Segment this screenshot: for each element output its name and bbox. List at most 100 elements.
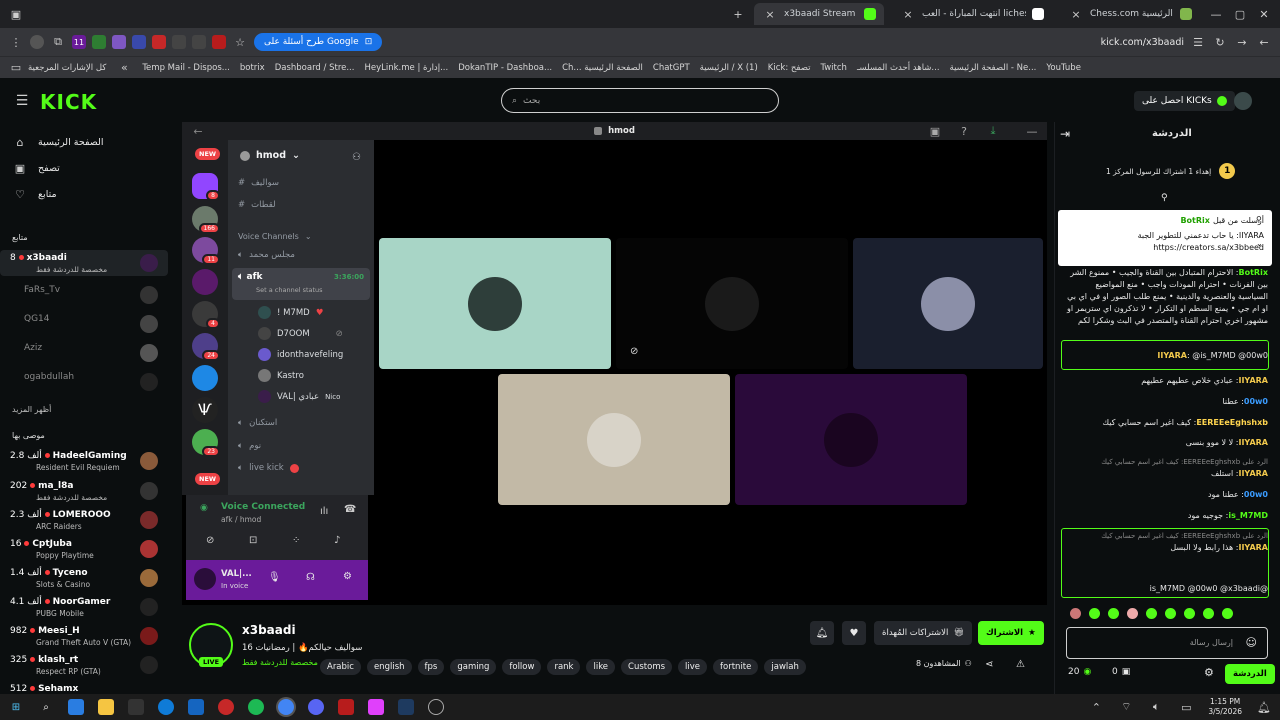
chat-username[interactable]: IIYARA: [1157, 351, 1187, 360]
mail-icon[interactable]: [188, 699, 204, 715]
app-pink-icon[interactable]: [368, 699, 384, 715]
extension-vpn-icon[interactable]: [192, 35, 206, 49]
spotify-icon[interactable]: [248, 699, 264, 715]
opera-icon[interactable]: [218, 699, 234, 715]
minimize-icon[interactable]: —: [1208, 6, 1224, 22]
chat-username[interactable]: EEREEeEghshxb: [1196, 418, 1268, 427]
close-icon[interactable]: ×: [762, 6, 778, 22]
bookmark-item[interactable]: ChatGPT: [653, 63, 690, 73]
clock[interactable]: 1:15 PM 3/5/2026: [1208, 697, 1242, 717]
bookmark-item[interactable]: HeyLink.me | إدارة...: [364, 63, 448, 73]
emote-icon[interactable]: [1146, 608, 1157, 619]
site-settings-icon[interactable]: ☰: [1190, 34, 1206, 50]
stream-tag[interactable]: fortnite: [713, 659, 759, 675]
kicks-balance[interactable]: 20 ◉: [1068, 667, 1091, 677]
maximize-icon[interactable]: ▢: [1232, 6, 1248, 22]
tab-chess[interactable]: × Chess.com الصفحة الرئيسية: [1060, 3, 1200, 25]
ask-google-button[interactable]: طرح أسئلة على Google ⊡: [254, 33, 383, 51]
reload-icon[interactable]: ↻: [1212, 34, 1228, 50]
bookmark-item[interactable]: الصفحة الرئيسية - Ne...: [950, 63, 1037, 73]
stream-tag[interactable]: gaming: [450, 659, 497, 675]
emote-icon[interactable]: [1108, 608, 1119, 619]
extension-translate-icon[interactable]: [132, 35, 146, 49]
tray-chevron-icon[interactable]: ⌃: [1088, 699, 1104, 715]
extension-red-icon[interactable]: [212, 35, 226, 49]
chat-send-button[interactable]: الدردشة: [1225, 664, 1275, 684]
window-close-icon[interactable]: ✕: [1256, 6, 1272, 22]
chat-username[interactable]: IIYARA: [1238, 469, 1268, 478]
report-icon[interactable]: ⚠: [1016, 659, 1025, 670]
bookmark-item[interactable]: Dashboard / Stre...: [275, 63, 355, 73]
bookmark-star-icon[interactable]: ☆: [232, 34, 248, 50]
chat-username[interactable]: 00w0: [1244, 490, 1268, 499]
stream-tag[interactable]: follow: [502, 659, 542, 675]
bookmark-item[interactable]: الرئيسية / X (1): [700, 63, 758, 73]
edge-icon[interactable]: [158, 699, 174, 715]
bookmark-item[interactable]: Temp Mail - Dispos...: [142, 63, 230, 73]
close-icon[interactable]: ×: [1068, 6, 1084, 22]
emoji-icon[interactable]: ☺: [1246, 636, 1257, 649]
stream-tag[interactable]: english: [366, 659, 412, 675]
copilot-icon[interactable]: [68, 699, 84, 715]
extensions-icon[interactable]: ⧉: [50, 34, 66, 50]
recommended-channel[interactable]: 1.4 ألف Tyceno Slots & Casino: [0, 565, 168, 591]
emote-icon[interactable]: [1222, 608, 1233, 619]
profile-avatar[interactable]: [30, 35, 44, 49]
hamburger-menu-icon[interactable]: ☰: [14, 93, 30, 109]
kick-logo[interactable]: KICK: [40, 90, 97, 114]
chat-input[interactable]: إرسال رسالة ☺: [1066, 627, 1268, 659]
stream-tag[interactable]: rank: [547, 659, 581, 675]
recommended-channel[interactable]: 2.3 ألف LOMEROOO ARC Raiders: [0, 507, 168, 533]
following-channel[interactable]: FaRs_Tv: [0, 282, 168, 308]
battery-icon[interactable]: ▭: [1178, 699, 1194, 715]
chat-username[interactable]: 00w0: [1244, 397, 1268, 406]
chrome-icon[interactable]: [278, 699, 294, 715]
emote-icon[interactable]: [1070, 608, 1081, 619]
nav-browse[interactable]: ▣ تصفح: [0, 156, 72, 180]
stream-tag[interactable]: Customs: [621, 659, 673, 675]
emote-icon[interactable]: [1184, 608, 1195, 619]
notification-bell-button[interactable]: 🔔︎: [810, 621, 834, 645]
notification-bell-icon[interactable]: 🔔︎: [1256, 699, 1272, 715]
search-input[interactable]: ⌕ بحث: [501, 88, 779, 113]
recommended-channel[interactable]: 512 Sehamx: [0, 681, 168, 694]
points-balance[interactable]: 0 ▣: [1112, 667, 1130, 677]
user-avatar[interactable]: [1234, 92, 1252, 110]
bookmark-item[interactable]: شاهد أحدث المسلسـ...: [857, 63, 940, 73]
follow-heart-button[interactable]: ♥: [842, 621, 866, 645]
obs-icon[interactable]: [428, 699, 444, 715]
url-text[interactable]: kick.com/x3baadi: [1101, 37, 1184, 48]
menu-dots-icon[interactable]: ⋮: [8, 34, 24, 50]
bookmark-item[interactable]: YouTube: [1046, 63, 1081, 73]
recommended-channel[interactable]: 982 Meesi_H Grand Theft Auto V (GTA): [0, 623, 168, 649]
stream-tag[interactable]: jawlah: [764, 659, 806, 675]
forward-icon[interactable]: →: [1234, 34, 1250, 50]
steam-icon[interactable]: [398, 699, 414, 715]
recommended-channel[interactable]: 16 CptJuba Poppy Playtime: [0, 536, 168, 562]
share-icon[interactable]: ⋖: [985, 659, 993, 670]
extension-youtube-icon[interactable]: [152, 35, 166, 49]
bookmark-item[interactable]: DokanTIP - Dashboa...: [458, 63, 552, 73]
recommended-channel[interactable]: 325 klash_rt Respect RP (GTA): [0, 652, 168, 678]
nav-following[interactable]: ♡ متابع: [0, 182, 69, 206]
emote-icon[interactable]: [1165, 608, 1176, 619]
search-icon[interactable]: ⌕: [38, 699, 54, 715]
nav-home[interactable]: ⌂ الصفحة الرئيسية: [0, 130, 116, 154]
tab-kick[interactable]: × x3baadi Stream - Watch Live on: [754, 3, 884, 25]
chat-username[interactable]: IIYARA: [1238, 376, 1268, 385]
bookmark-item[interactable]: Ch... الصفحة الرئيسية: [562, 63, 643, 73]
windows-start-icon[interactable]: ⊞: [8, 699, 24, 715]
get-kicks-button[interactable]: احصل على KICKs: [1134, 91, 1235, 111]
bookmark-item[interactable]: botrix: [240, 63, 265, 73]
following-channel[interactable]: QG14: [0, 311, 168, 337]
show-more-button[interactable]: أظهر المزيد: [0, 400, 63, 418]
extension-twitch-icon[interactable]: 11: [72, 35, 86, 49]
following-channel-x3baadi[interactable]: 8 x3baadi مخصصة للدردشة فقط: [0, 250, 168, 276]
streamer-name[interactable]: x3baadi: [242, 623, 296, 637]
recommended-channel[interactable]: 202 ma_l8a مخصصة للدردشة فقط: [0, 478, 168, 504]
file-explorer-icon[interactable]: [98, 699, 114, 715]
app-x-icon[interactable]: [338, 699, 354, 715]
extension-ublock-icon[interactable]: [172, 35, 186, 49]
chat-settings-gear-icon[interactable]: ⚙: [1204, 666, 1214, 679]
stream-tag[interactable]: Arabic: [320, 659, 361, 675]
